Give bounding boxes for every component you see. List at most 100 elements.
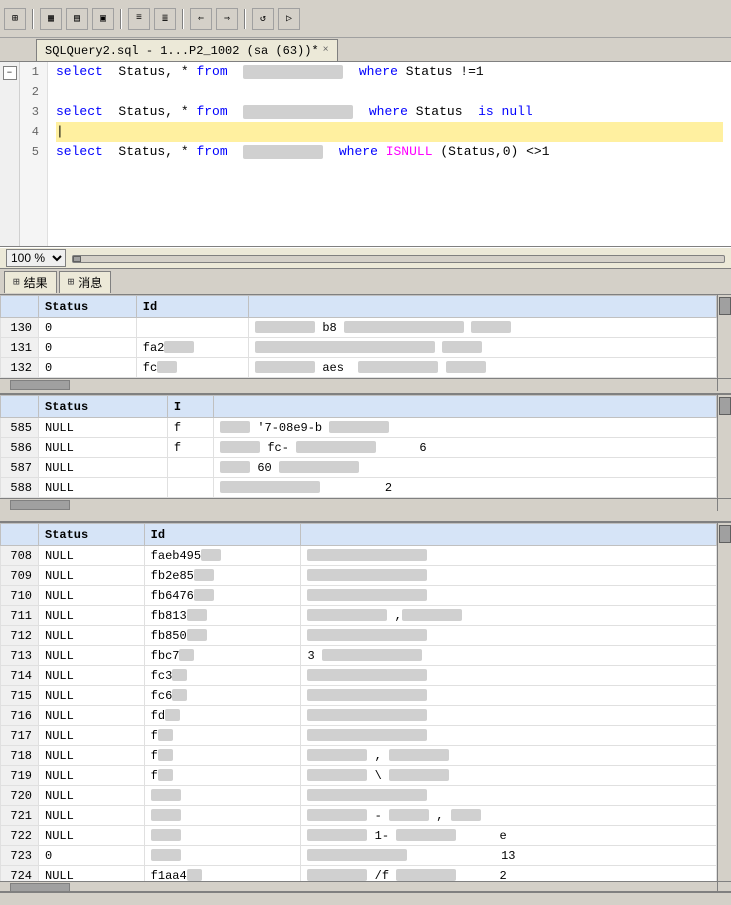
table-row[interactable]: 708 NULL faeb495 — [1, 546, 717, 566]
col-rownum-1 — [1, 296, 39, 318]
row-num: 717 — [1, 726, 39, 746]
toolbar-sep-1 — [32, 9, 34, 29]
table-row[interactable]: 718 NULL f , — [1, 746, 717, 766]
status-cell: NULL — [39, 438, 168, 458]
vscroll-2[interactable] — [717, 395, 731, 498]
extra-cell — [301, 786, 717, 806]
line-numbers: 1 2 3 4 5 — [20, 62, 48, 246]
table-row[interactable]: 720 NULL — [1, 786, 717, 806]
hscroll-thumb-3[interactable] — [10, 883, 70, 893]
tab-bar: SQLQuery2.sql - 1...P2_1002 (sa (63))* × — [0, 38, 731, 62]
id-cell: fc6 — [144, 686, 301, 706]
collapse-btn-1[interactable]: − — [3, 66, 17, 80]
extra-cell: aes — [249, 358, 717, 378]
toolbar-btn-3[interactable]: ▤ — [66, 8, 88, 30]
id-cell: fa2 — [136, 338, 248, 358]
hscroll-1[interactable] — [0, 378, 731, 390]
table-row[interactable]: 716 NULL fd — [1, 706, 717, 726]
toolbar-btn-2[interactable]: ▦ — [40, 8, 62, 30]
toolbar-btn-6[interactable]: ≣ — [154, 8, 176, 30]
table-row[interactable]: 719 NULL f \ — [1, 766, 717, 786]
status-cell: NULL — [39, 546, 145, 566]
status-cell: NULL — [39, 786, 145, 806]
table-row[interactable]: 717 NULL f — [1, 726, 717, 746]
result-section-1: Status Id 130 0 b8 131 0 — [0, 295, 731, 395]
row-num: 130 — [1, 318, 39, 338]
table-row[interactable]: 130 0 b8 — [1, 318, 717, 338]
status-cell: 0 — [39, 338, 137, 358]
table-row[interactable]: 714 NULL fc3 — [1, 666, 717, 686]
id-cell: fc3 — [144, 666, 301, 686]
zoom-dropdown[interactable]: 100 % — [6, 249, 66, 267]
col-status-1: Status — [39, 296, 137, 318]
status-cell: NULL — [39, 478, 168, 498]
toolbar-btn-7[interactable]: ⇐ — [190, 8, 212, 30]
id-cell: fb813 — [144, 606, 301, 626]
row-num: 709 — [1, 566, 39, 586]
id-cell: f — [144, 766, 301, 786]
status-cell: NULL — [39, 746, 145, 766]
hscroll-3[interactable] — [0, 881, 731, 893]
toolbar-btn-1[interactable]: ⊞ — [4, 8, 26, 30]
toolbar-btn-5[interactable]: ≡ — [128, 8, 150, 30]
vscroll-3[interactable] — [717, 523, 731, 881]
hscroll-thumb-1[interactable] — [10, 380, 70, 390]
col-id-3: Id — [144, 524, 301, 546]
table-row[interactable]: 587 NULL 60 — [1, 458, 717, 478]
toolbar-btn-8[interactable]: ⇒ — [216, 8, 238, 30]
toolbar-btn-10[interactable]: ▷ — [278, 8, 300, 30]
extra-cell — [301, 566, 717, 586]
toolbar-sep-3 — [182, 9, 184, 29]
table-row[interactable]: 709 NULL fb2e85 — [1, 566, 717, 586]
table-row[interactable]: 588 NULL 2 — [1, 478, 717, 498]
toolbar: ⊞ ▦ ▤ ▣ ≡ ≣ ⇐ ⇒ ↺ ▷ — [0, 0, 731, 38]
row-num: 715 — [1, 686, 39, 706]
col-id-1: Id — [136, 296, 248, 318]
id-cell: fbc7 — [144, 646, 301, 666]
row-num: 720 — [1, 786, 39, 806]
table-row[interactable]: 723 0 13 — [1, 846, 717, 866]
code-editor[interactable]: select Status, * from where Status !=1 s… — [48, 62, 731, 246]
id-cell — [144, 786, 301, 806]
status-cell: NULL — [39, 666, 145, 686]
toolbar-btn-9[interactable]: ↺ — [252, 8, 274, 30]
hscroll-2[interactable] — [0, 498, 731, 510]
hscroll-thumb-2[interactable] — [10, 500, 70, 510]
vscroll-1[interactable] — [717, 295, 731, 378]
id-cell — [144, 846, 301, 866]
toolbar-btn-4[interactable]: ▣ — [92, 8, 114, 30]
tab-close-btn[interactable]: × — [323, 45, 329, 56]
messages-tab[interactable]: ⊞ 消息 — [59, 271, 112, 293]
status-cell: NULL — [39, 418, 168, 438]
row-num: 132 — [1, 358, 39, 378]
table-row[interactable]: 711 NULL fb813 , — [1, 606, 717, 626]
query-tab[interactable]: SQLQuery2.sql - 1...P2_1002 (sa (63))* × — [36, 39, 338, 61]
row-num: 711 — [1, 606, 39, 626]
code-line-4: | — [56, 122, 723, 142]
table-row[interactable]: 721 NULL - , — [1, 806, 717, 826]
table-row[interactable]: 132 0 fc aes — [1, 358, 717, 378]
status-cell: NULL — [39, 566, 145, 586]
id-cell: fd — [144, 706, 301, 726]
extra-cell: 13 — [301, 846, 717, 866]
code-line-3: select Status, * from where Status is nu… — [56, 102, 723, 122]
results-tab[interactable]: ⊞ 结果 — [4, 271, 57, 293]
status-cell: NULL — [39, 826, 145, 846]
messages-icon: ⊞ — [68, 275, 75, 289]
table-row[interactable]: 713 NULL fbc7 3 — [1, 646, 717, 666]
row-num: 723 — [1, 846, 39, 866]
status-cell: NULL — [39, 606, 145, 626]
table-row[interactable]: 586 NULL f fc- 6 — [1, 438, 717, 458]
status-cell: NULL — [39, 458, 168, 478]
table-row[interactable]: 131 0 fa2 — [1, 338, 717, 358]
table-row[interactable]: 724 NULL f1aa4 /f 2 — [1, 866, 717, 882]
table-row[interactable]: 710 NULL fb6476 — [1, 586, 717, 606]
table-row[interactable]: 722 NULL 1- e — [1, 826, 717, 846]
extra-cell — [301, 666, 717, 686]
row-num: 719 — [1, 766, 39, 786]
table-row[interactable]: 712 NULL fb850 — [1, 626, 717, 646]
row-num: 716 — [1, 706, 39, 726]
table-row[interactable]: 715 NULL fc6 — [1, 686, 717, 706]
table-row[interactable]: 585 NULL f '7-08e9-b — [1, 418, 717, 438]
extra-cell: '7-08e9-b — [214, 418, 717, 438]
